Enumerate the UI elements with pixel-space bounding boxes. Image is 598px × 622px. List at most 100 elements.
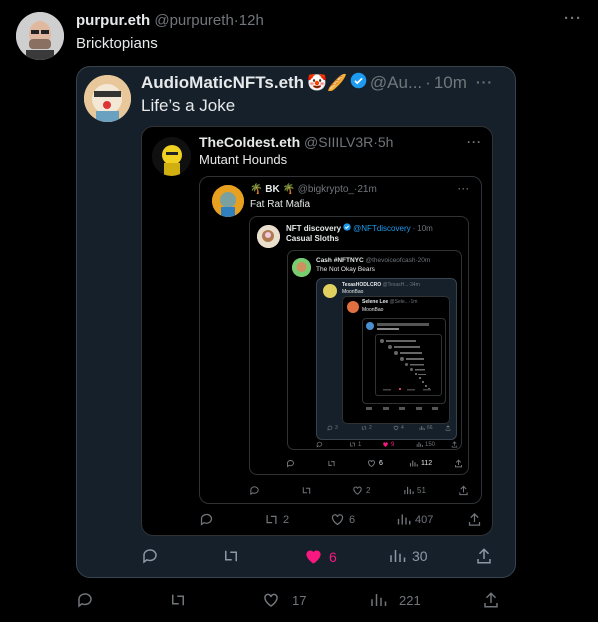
retweet-button[interactable] xyxy=(169,591,193,609)
avatar[interactable] xyxy=(16,12,64,60)
avatar[interactable] xyxy=(152,137,191,176)
heart-icon xyxy=(368,460,375,468)
author-handle[interactable]: @thevoiceofcash xyxy=(366,257,416,264)
author-name[interactable]: TexasHODLCRO xyxy=(342,282,381,288)
views-button[interactable]: 221 xyxy=(369,591,421,609)
reply-button[interactable] xyxy=(286,459,298,468)
retweet-icon xyxy=(361,426,367,430)
share-button[interactable] xyxy=(482,591,500,609)
timestamp[interactable]: 12h xyxy=(239,12,264,29)
views-icon xyxy=(371,594,387,606)
timestamp[interactable]: 34m xyxy=(410,282,420,288)
more-icon[interactable]: ··· xyxy=(467,135,482,149)
share-button[interactable] xyxy=(451,441,458,448)
timestamp[interactable]: 1m xyxy=(410,299,417,305)
reply-icon xyxy=(327,425,333,431)
like-button[interactable]: 9 xyxy=(382,441,394,448)
author-handle[interactable]: @TexasH... xyxy=(382,282,408,288)
author-name[interactable]: Cash #NFTNYC xyxy=(316,257,364,264)
reply-button[interactable] xyxy=(199,512,218,527)
avatar[interactable] xyxy=(323,284,337,298)
retweet-button[interactable]: 2 xyxy=(264,512,289,527)
more-icon[interactable]: ··· xyxy=(564,10,582,27)
avatar[interactable] xyxy=(257,225,280,248)
heart-icon xyxy=(383,442,388,447)
separator: · xyxy=(412,223,416,233)
like-button[interactable]: 4 xyxy=(393,425,404,431)
retweet-button[interactable] xyxy=(222,547,245,565)
tiny-actions xyxy=(366,407,438,410)
author-name[interactable]: purpur.eth xyxy=(76,12,150,29)
views-button[interactable]: 150 xyxy=(416,441,435,448)
author-handle[interactable]: @NFTdiscovery xyxy=(353,224,410,233)
retweet-button[interactable] xyxy=(327,459,339,468)
share-button[interactable] xyxy=(458,485,469,496)
retweet-count: 2 xyxy=(369,425,372,431)
author-handle[interactable]: @Au... xyxy=(370,73,422,93)
like-button[interactable]: 17 xyxy=(262,591,306,609)
timestamp[interactable]: 10m xyxy=(417,224,433,233)
views-button[interactable]: 51 xyxy=(403,485,426,496)
more-icon[interactable]: ··· xyxy=(458,184,470,194)
views-button[interactable]: 112 xyxy=(409,459,432,468)
views-button[interactable]: 66 xyxy=(419,425,433,431)
views-icon xyxy=(397,514,411,525)
retweet-button[interactable] xyxy=(301,485,315,496)
author-name[interactable]: TheColdest.eth xyxy=(199,134,300,150)
quote-header: AudioMaticNFTs.eth 🤡🥖 @Au... · 10m xyxy=(141,72,467,94)
share-icon xyxy=(477,548,491,564)
quote-header: 🌴 BK 🌴 @bigkrypto_·21m xyxy=(250,184,377,195)
timestamp[interactable]: 20m xyxy=(418,257,431,264)
heart-icon xyxy=(393,425,399,431)
like-button[interactable]: 6 xyxy=(304,547,337,566)
reply-button[interactable] xyxy=(249,485,263,496)
reply-button[interactable]: 3 xyxy=(327,425,338,431)
views-button[interactable]: 30 xyxy=(388,547,428,565)
like-button[interactable]: 2 xyxy=(352,485,370,496)
avatar[interactable] xyxy=(212,185,244,217)
views-button[interactable]: 407 xyxy=(396,512,433,527)
views-count: 51 xyxy=(417,486,426,495)
avatar[interactable] xyxy=(347,301,359,313)
timestamp[interactable]: 5h xyxy=(378,134,394,150)
like-button[interactable]: 6 xyxy=(367,459,383,468)
tiny-header xyxy=(377,323,429,326)
heart-icon xyxy=(353,486,362,495)
author-name[interactable]: AudioMaticNFTs.eth xyxy=(141,73,304,93)
author-name[interactable]: NFT discovery xyxy=(286,224,341,233)
quote-header: Selene Lee @Sele...·1m xyxy=(362,299,417,305)
share-button[interactable] xyxy=(475,547,493,565)
views-count: 112 xyxy=(421,460,433,467)
timestamp[interactable]: 21m xyxy=(357,184,376,195)
reply-button[interactable] xyxy=(316,441,325,448)
quote-text: MoonBao xyxy=(362,307,384,313)
like-count: 17 xyxy=(292,592,307,608)
like-button[interactable]: 6 xyxy=(330,512,355,527)
reply-icon xyxy=(250,486,259,496)
author-name[interactable]: 🌴 BK 🌴 xyxy=(250,184,295,195)
retweet-button[interactable]: 1 xyxy=(349,441,361,448)
separator: · xyxy=(425,73,431,92)
share-button[interactable] xyxy=(454,459,463,468)
views-icon xyxy=(404,486,414,495)
avatar[interactable] xyxy=(84,75,131,122)
share-button[interactable] xyxy=(467,512,482,527)
reply-button[interactable] xyxy=(76,591,100,609)
retweet-button[interactable]: 2 xyxy=(361,425,372,431)
nested-thumbnail xyxy=(380,339,431,391)
author-handle[interactable]: @SIIILV3R xyxy=(304,134,373,150)
author-handle[interactable]: @bigkrypto_ xyxy=(298,184,354,195)
views-count: 221 xyxy=(399,592,421,608)
reply-button[interactable] xyxy=(141,547,164,565)
share-button[interactable] xyxy=(445,425,451,431)
author-name[interactable]: Selene Lee xyxy=(362,299,388,305)
quote-text: Mutant Hounds xyxy=(199,152,288,167)
avatar[interactable] xyxy=(292,258,311,277)
more-icon[interactable]: ··· xyxy=(476,74,493,90)
share-icon xyxy=(484,592,498,608)
views-count: 30 xyxy=(412,548,428,564)
author-handle[interactable]: @Sele... xyxy=(390,299,409,305)
author-handle[interactable]: @purpureth xyxy=(154,12,233,29)
timestamp[interactable]: 10m xyxy=(434,73,467,93)
views-count: 407 xyxy=(415,513,434,526)
